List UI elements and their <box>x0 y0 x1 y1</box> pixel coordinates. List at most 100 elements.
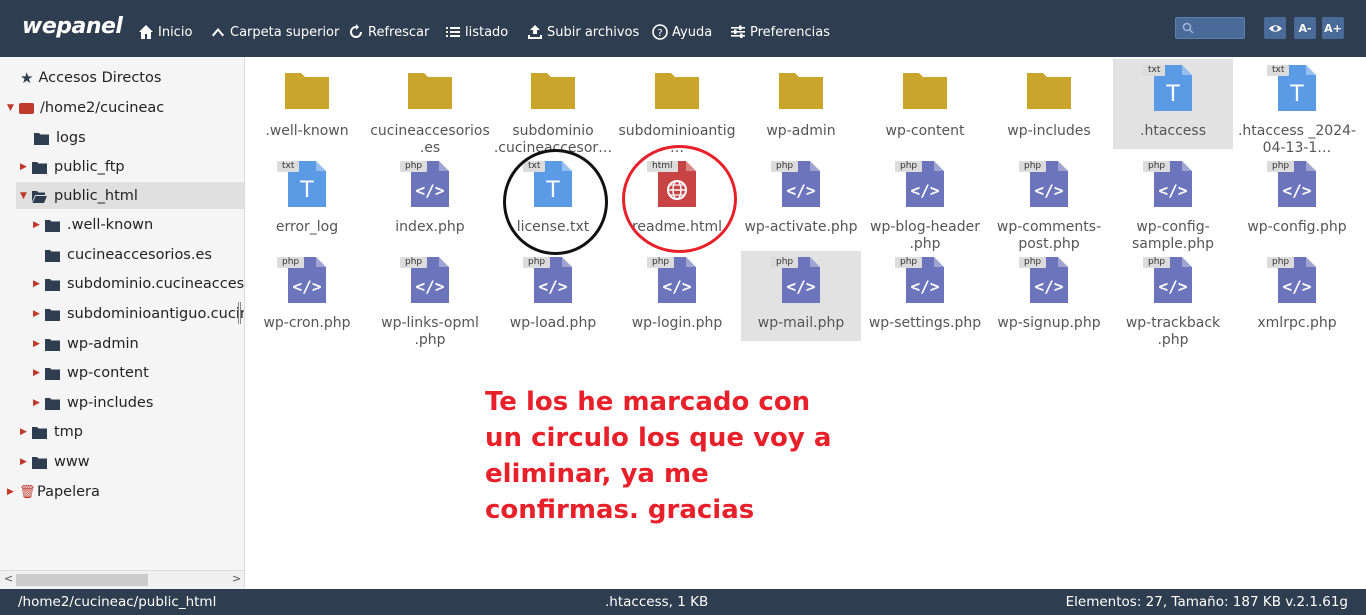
tree-shortcuts[interactable]: ★ Accesos Directos <box>20 66 161 90</box>
tree-home[interactable]: ▼ /home2/cucineac <box>7 96 164 120</box>
file-name: wp-cron.php <box>263 315 351 331</box>
tree-label: www <box>54 454 90 470</box>
tree-item-public-ftp[interactable]: ▶ public_ftp <box>20 155 125 179</box>
tree-label: subdominio.cucineaccesor <box>67 276 245 292</box>
file-item[interactable]: </> php wp-load.php <box>493 251 613 341</box>
tree-item-wp-includes[interactable]: ▶ wp-includes <box>33 391 153 415</box>
search-input[interactable] <box>1175 17 1245 39</box>
tree-item-subdominioantiguo[interactable]: ▶ subdominioantiguo.cucine <box>33 302 245 326</box>
file-name: wp-includes <box>1007 123 1091 139</box>
upload-label: Subir archivos <box>547 24 640 40</box>
horizontal-scrollbar[interactable]: < > <box>0 570 244 588</box>
folder-icon <box>779 73 823 109</box>
file-item[interactable]: .well-known <box>247 59 367 149</box>
svg-text:</>: </> <box>293 277 322 296</box>
scroll-right-icon[interactable]: > <box>232 572 241 585</box>
resize-handle[interactable] <box>238 302 241 324</box>
file-type-badge: php <box>1019 161 1047 172</box>
tree-item-subdominio[interactable]: ▶ subdominio.cucineaccesor <box>33 272 245 296</box>
file-item[interactable]: </> php wp-activate.php <box>741 155 861 245</box>
file-item[interactable]: cucineaccesorios .es <box>370 59 490 156</box>
file-item[interactable]: subdominio .cucineaccesor… <box>493 59 613 156</box>
tree-item-trash[interactable]: ▶ 🗑 Papelera <box>7 480 100 504</box>
file-item[interactable]: Ttxt .htaccess _2024-04-13-1… <box>1237 59 1357 156</box>
drive-icon <box>19 102 34 114</box>
file-item[interactable]: </> php wp-settings.php <box>865 251 985 341</box>
folder-icon <box>45 278 60 291</box>
tree-item-wp-admin[interactable]: ▶ wp-admin <box>33 332 139 356</box>
tree-item-well-known[interactable]: ▶ .well-known <box>33 213 153 237</box>
file-item[interactable]: wp-content <box>865 59 985 149</box>
tree-label: subdominioantiguo.cucine <box>67 306 245 322</box>
preferences-button[interactable]: Preferencias <box>730 22 830 42</box>
file-item[interactable]: Ttxt .htaccess <box>1113 59 1233 149</box>
file-item[interactable]: </> php wp-links-opml .php <box>370 251 490 348</box>
tree-label: logs <box>56 130 86 146</box>
file-item[interactable]: wp-includes <box>989 59 1109 149</box>
scrollbar-thumb[interactable] <box>16 574 148 586</box>
help-button[interactable]: ? Ayuda <box>652 22 712 42</box>
caret-right-icon: ▶ <box>33 368 40 378</box>
folder-icon <box>655 73 699 109</box>
scroll-left-icon[interactable]: < <box>4 572 13 585</box>
trash-icon: 🗑 <box>19 484 36 500</box>
font-increase-button[interactable]: A+ <box>1322 17 1344 39</box>
file-item[interactable]: Ttxt error_log <box>247 155 367 245</box>
tree-item-www[interactable]: ▶ www <box>20 450 90 474</box>
svg-text:T: T <box>1165 82 1180 107</box>
folder-link-icon <box>32 456 47 469</box>
tree-item-wp-content[interactable]: ▶ wp-content <box>33 361 149 385</box>
refresh-button[interactable]: Refrescar <box>348 22 429 42</box>
file-item[interactable]: </> php wp-config- sample.php <box>1113 155 1233 252</box>
folder-icon <box>45 397 60 410</box>
svg-text:</>: </> <box>787 181 816 200</box>
file-item[interactable]: </> php wp-mail.php <box>741 251 861 341</box>
parent-folder-button[interactable]: Carpeta superior <box>210 22 339 42</box>
upload-button[interactable]: Subir archivos <box>527 22 639 42</box>
tree-label: cucineaccesorios.es <box>67 247 212 263</box>
file-item[interactable]: </> php wp-config.php <box>1237 155 1357 245</box>
caret-right-icon: ▶ <box>20 427 27 437</box>
file-item[interactable]: </> php xmlrpc.php <box>1237 251 1357 341</box>
file-name: wp-settings.php <box>868 315 982 331</box>
list-view-button[interactable]: listado <box>445 22 508 42</box>
file-item[interactable]: </> php wp-trackback .php <box>1113 251 1233 348</box>
file-name: wp-config- sample.php <box>1132 219 1214 252</box>
home-button[interactable]: Inicio <box>138 22 192 42</box>
folder-icon <box>45 338 60 351</box>
caret-right-icon: ▶ <box>33 398 40 408</box>
file-item[interactable]: </> php wp-comments- post.php <box>989 155 1109 252</box>
tree-label: tmp <box>54 424 84 440</box>
file-name: .htaccess <box>1140 123 1206 139</box>
svg-text:</>: </> <box>1283 277 1312 296</box>
file-item[interactable]: subdominioantig … <box>617 59 737 156</box>
eye-icon <box>1268 24 1282 32</box>
folder-open-icon <box>32 190 47 203</box>
svg-text:</>: </> <box>1035 181 1064 200</box>
file-item[interactable]: </> php index.php <box>370 155 490 245</box>
file-item[interactable]: </> php wp-blog-header .php <box>865 155 985 252</box>
tree-item-public-html[interactable]: ▼ public_html <box>20 184 138 208</box>
svg-text:</>: </> <box>416 181 445 200</box>
tree-item-cucineaccesorios-es[interactable]: cucineaccesorios.es <box>45 243 212 267</box>
file-item[interactable]: </> php wp-cron.php <box>247 251 367 341</box>
file-name: wp-mail.php <box>757 315 845 331</box>
tree-label: .well-known <box>67 217 154 233</box>
file-item[interactable]: </> php wp-signup.php <box>989 251 1109 341</box>
folder-icon <box>531 73 575 109</box>
refresh-label: Refrescar <box>368 24 430 40</box>
svg-text:</>: </> <box>539 277 568 296</box>
file-item[interactable]: wp-admin <box>741 59 861 149</box>
file-name: wp-blog-header .php <box>870 219 980 252</box>
file-item[interactable]: </> php wp-login.php <box>617 251 737 341</box>
file-type-badge: php <box>895 257 923 268</box>
svg-text:</>: </> <box>911 277 940 296</box>
folder-icon <box>408 73 452 109</box>
caret-right-icon: ▶ <box>20 457 27 467</box>
upload-icon <box>528 25 542 39</box>
font-decrease-button[interactable]: A- <box>1294 17 1316 39</box>
tree-item-logs[interactable]: logs <box>34 126 86 150</box>
tree-item-tmp[interactable]: ▶ tmp <box>20 420 83 444</box>
tree-label: wp-includes <box>67 395 154 411</box>
view-toggle-button[interactable] <box>1264 17 1286 39</box>
